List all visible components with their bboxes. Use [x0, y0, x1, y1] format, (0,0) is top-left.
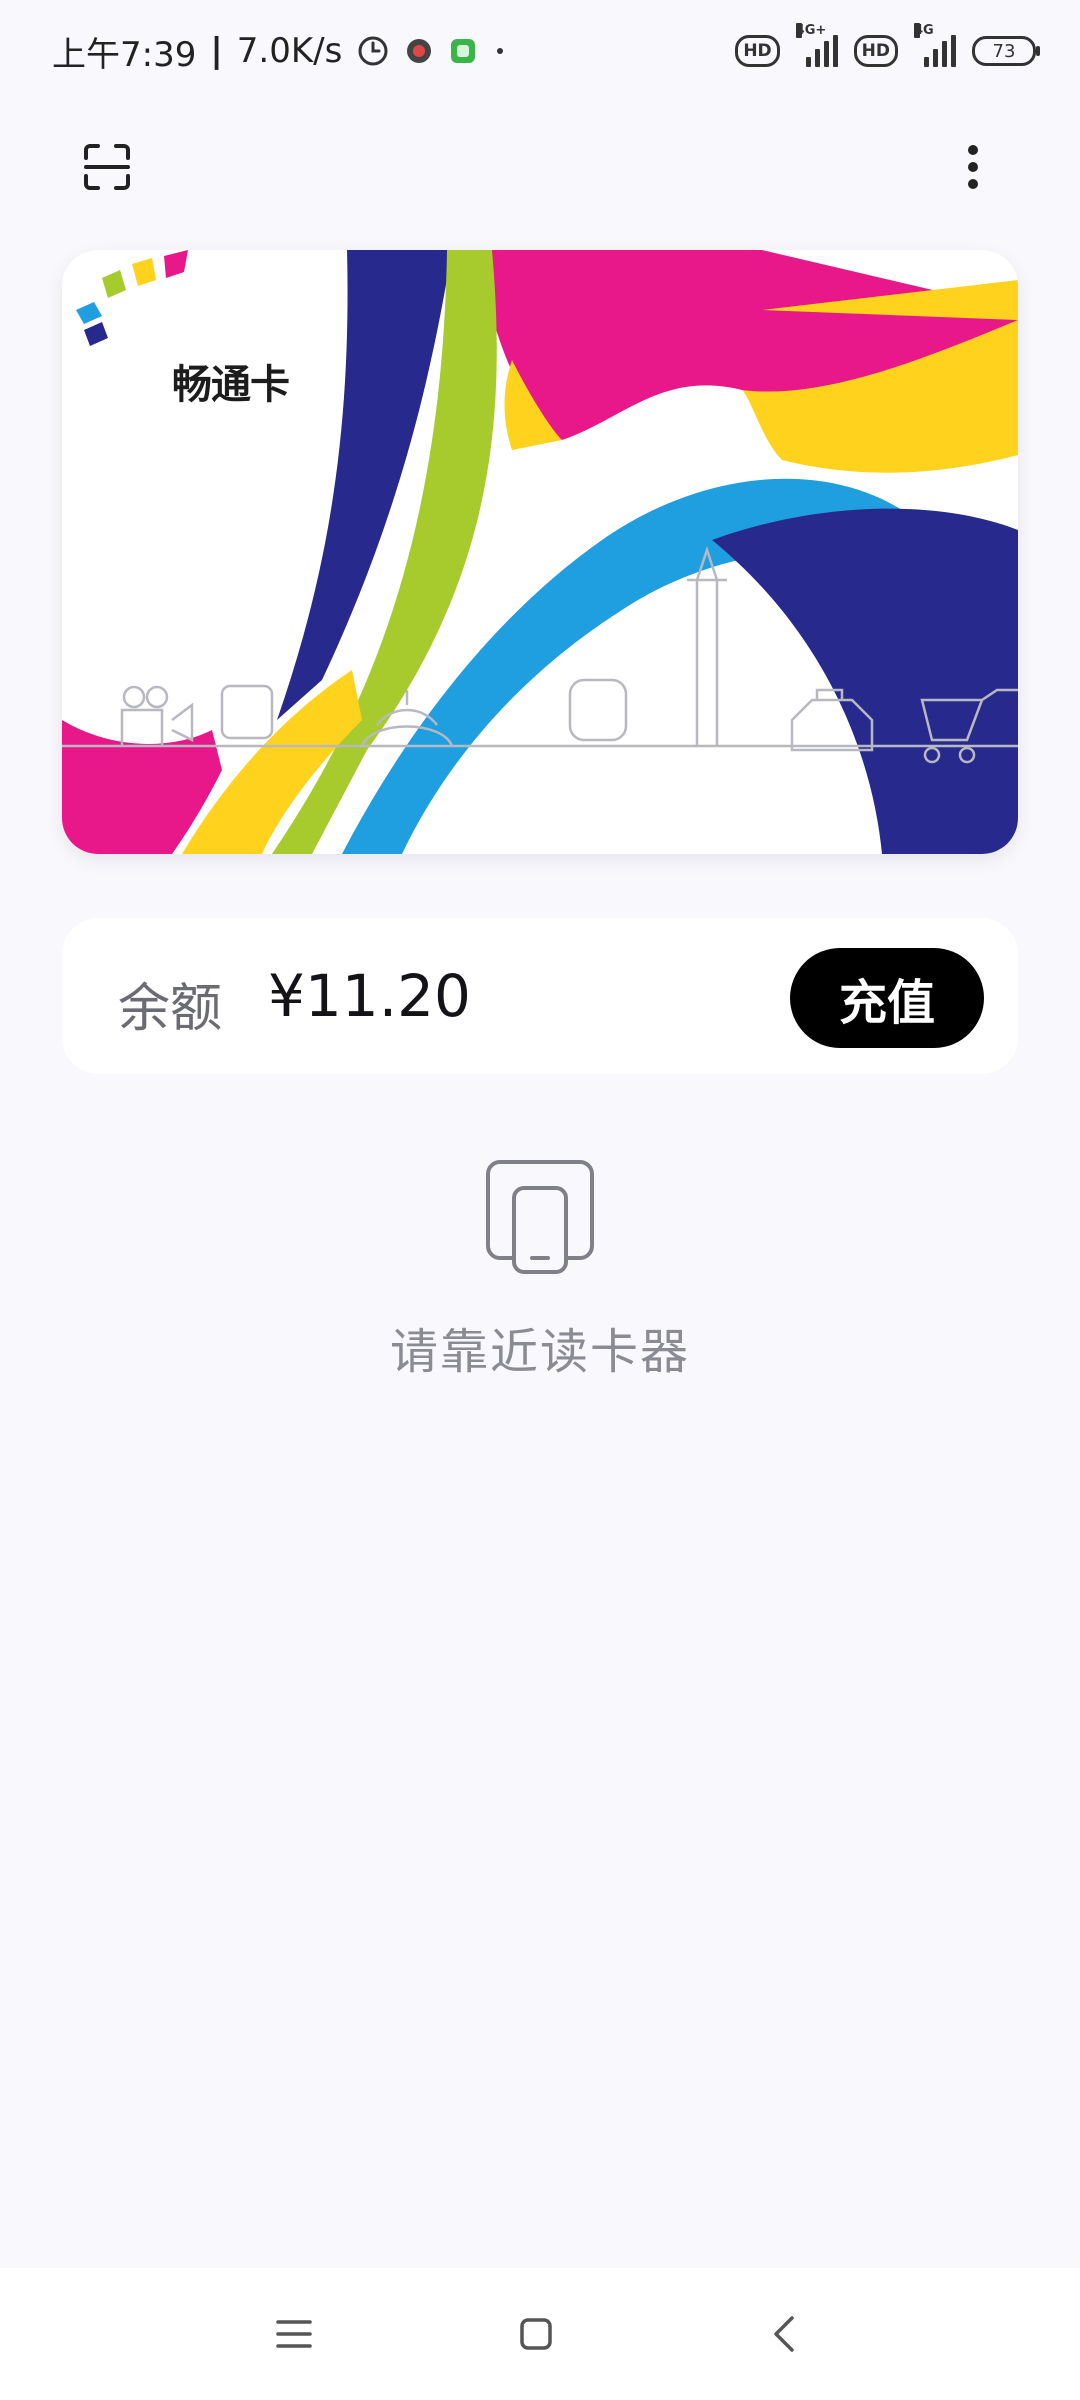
alarm-clock-icon	[358, 36, 388, 66]
sim1-network: 4G+	[795, 23, 827, 38]
scan-icon	[84, 144, 130, 190]
status-time: 上午7:39	[52, 34, 197, 75]
recharge-button[interactable]: 充值	[790, 948, 984, 1048]
card-logo-icon	[76, 250, 188, 346]
signal-sim2-icon: 4G	[914, 23, 956, 67]
balance-label: 余额	[118, 979, 223, 1039]
more-vert-icon	[968, 145, 978, 189]
home-icon	[520, 2318, 552, 2350]
status-bar: 上午7:39 | 7.0K/s HD 4G+ HD 4G 73	[0, 0, 1080, 100]
transit-card[interactable]: 畅通卡	[62, 250, 1018, 854]
navigation-bar	[0, 2268, 1080, 2400]
nfc-hint-text: 请靠近读卡器	[389, 1324, 690, 1380]
balance-amount: ¥11.20	[268, 962, 471, 1030]
card-name: 畅通卡	[172, 362, 290, 408]
hd-badge-2: HD	[853, 35, 898, 67]
phone-tap-icon	[486, 1160, 594, 1274]
notification-dot-icon	[497, 48, 504, 54]
hd-badge: HD	[735, 35, 780, 67]
back-button[interactable]	[752, 2302, 816, 2366]
more-options-button[interactable]	[938, 132, 1008, 202]
sim2-network: 4G	[914, 23, 934, 38]
status-divider: |	[210, 31, 223, 71]
menu-icon	[276, 2320, 312, 2348]
green-app-icon	[451, 39, 476, 63]
home-button[interactable]	[504, 2302, 568, 2366]
signal-sim1-icon: 4G+	[795, 23, 838, 67]
status-right: HD 4G+ HD 4G 73	[735, 23, 1040, 76]
camera-app-icon	[407, 39, 432, 63]
battery-icon: 73	[972, 36, 1040, 66]
balance-panel: 余额 ¥11.20 充值	[62, 918, 1018, 1074]
back-icon	[774, 2316, 794, 2352]
battery-level: 73	[992, 40, 1016, 62]
status-left: 上午7:39 | 7.0K/s	[52, 26, 508, 76]
recents-button[interactable]	[262, 2302, 326, 2366]
status-net-speed: 7.0K/s	[236, 31, 343, 71]
scan-button[interactable]	[72, 132, 142, 202]
